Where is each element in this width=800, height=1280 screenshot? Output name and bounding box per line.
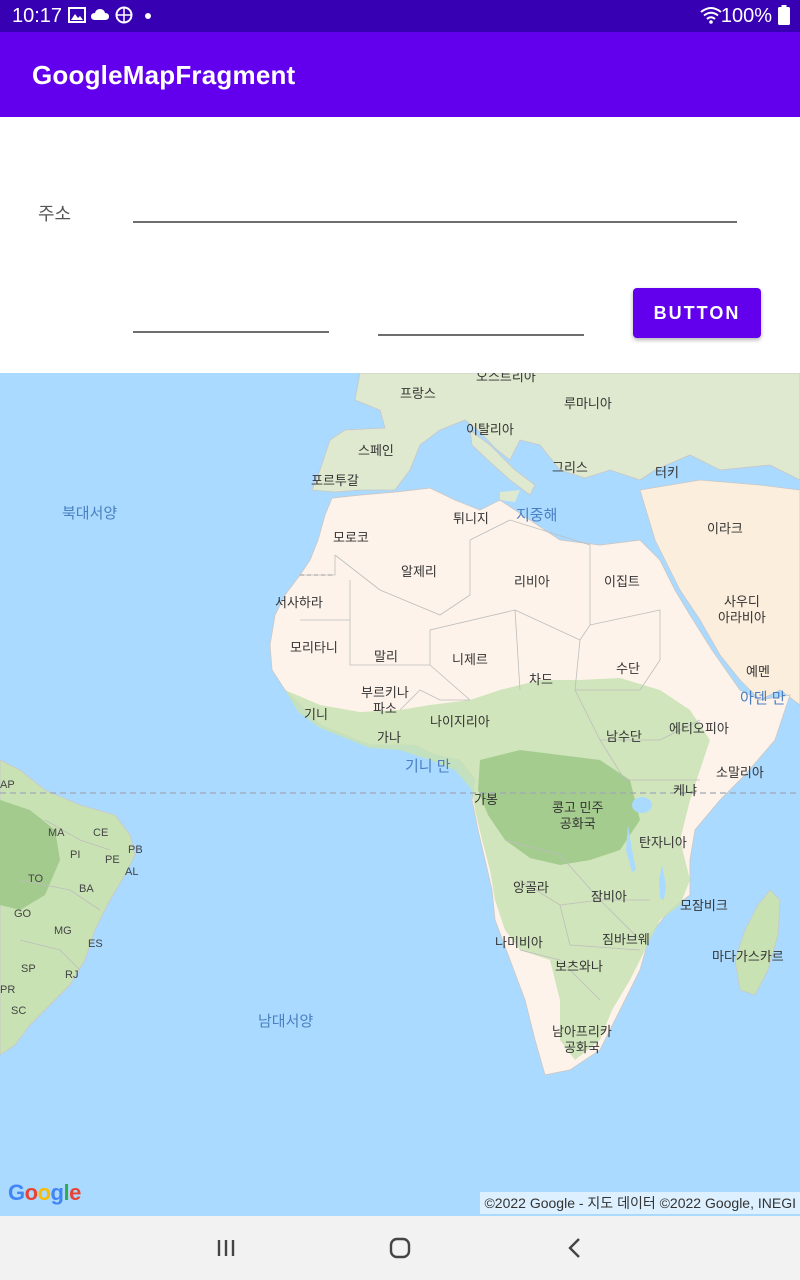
africa-vegetation [285,678,710,1060]
label-austria: 오스트리아 [476,373,536,384]
label-state-to: TO [28,873,44,885]
recents-button[interactable] [206,1232,246,1264]
status-bar: 10:17 100% [0,0,800,32]
label-greece: 그리스 [552,460,588,475]
sicily-land [500,490,520,502]
dot-icon [145,13,151,19]
label-dr-congo: 콩고 민주 공화국 [552,800,604,831]
label-tunisia: 튀니지 [453,511,489,526]
label-yemen: 예멘 [746,664,770,679]
label-libya: 리비아 [514,574,550,589]
google-logo: Google [8,1180,81,1205]
label-botswana: 보츠와나 [555,959,603,974]
label-state-pb: PB [128,844,143,856]
label-somalia: 소말리아 [716,765,764,780]
label-zambia: 잠비아 [591,889,627,904]
label-state-al: AL [125,866,139,878]
label-spain: 스페인 [358,443,394,458]
address-input[interactable] [133,197,737,223]
label-state-pi: PI [70,849,81,861]
label-south-atlantic: 남대서양 [258,1013,314,1030]
label-niger: 니제르 [452,652,488,667]
label-iraq: 이라크 [707,521,743,536]
google-map[interactable]: 프랑스 오스트리아 루마니아 스페인 이탈리아 포르투갈 그리스 터키 튀니지 … [0,373,800,1216]
label-saudi-arabia: 사우디 아라비아 [718,594,766,625]
label-mauritania: 모리타니 [290,640,338,655]
navigation-bar [0,1216,800,1280]
latitude-input[interactable] [133,307,329,333]
label-madagascar: 마다가스카르 [712,949,784,964]
wifi-icon [700,7,722,24]
label-gabon: 가봉 [474,792,498,807]
label-kenya: 케냐 [673,783,697,798]
back-button[interactable] [555,1232,595,1264]
label-state-ba: BA [79,883,94,895]
search-button[interactable]: BUTTON [633,288,761,338]
battery-percent: 100% [720,5,772,27]
label-italy: 이탈리아 [466,422,514,437]
label-state-ma: MA [48,827,65,839]
label-state-es: ES [88,938,103,950]
label-state-ap: AP [0,779,15,791]
address-label: 주소 [38,204,72,224]
status-time: 10:17 [12,5,63,27]
label-state-mg: MG [54,925,72,937]
label-south-africa: 남아프리카 공화국 [552,1024,612,1055]
label-gulf-of-aden: 아덴 만 [740,690,786,707]
lake-victoria [632,797,652,813]
label-state-sp: SP [21,963,36,975]
label-state-go: GO [14,908,32,920]
label-mozambique: 모잠비크 [680,898,728,913]
label-burkina-faso: 부르키나 파소 [361,685,409,716]
label-egypt: 이집트 [604,574,640,589]
cloud-icon [91,9,109,20]
label-state-rj: RJ [65,969,79,981]
label-western-sahara: 서사하라 [275,595,323,610]
app-title: GoogleMapFragment [32,60,296,90]
label-morocco: 모로코 [333,530,369,545]
label-zimbabwe: 짐바브웨 [602,932,650,947]
label-portugal: 포르투갈 [311,473,359,488]
image-icon [68,7,86,23]
label-south-sudan: 남수단 [606,729,642,744]
home-icon [389,1237,411,1259]
label-state-pr: PR [0,984,16,996]
label-mediterranean: 지중해 [516,507,558,524]
label-turkey: 터키 [655,465,679,480]
label-north-atlantic: 북대서양 [62,505,118,522]
label-romania: 루마니아 [564,396,612,411]
label-namibia: 나미비아 [495,935,543,950]
label-angola: 앙골라 [513,880,549,895]
label-state-sc: SC [11,1005,27,1017]
label-guinea: 기니 [304,707,328,722]
battery-icon [778,5,790,25]
label-state-ce: CE [93,827,109,839]
back-icon [568,1238,580,1258]
label-nigeria: 나이지리아 [430,714,490,729]
label-gulf-of-guinea: 기니 만 [405,758,451,775]
recents-icon [217,1240,235,1256]
basketball-icon [115,6,133,24]
label-sudan: 수단 [616,661,640,676]
madagascar-land [734,889,781,996]
map-copyright[interactable]: ©2022 Google - 지도 데이터 ©2022 Google, INEG… [480,1192,800,1214]
label-algeria: 알제리 [401,564,437,579]
label-mali: 말리 [374,649,398,664]
address-form: 주소 BUTTON [0,117,800,373]
label-france: 프랑스 [400,386,436,401]
label-ghana: 가나 [377,730,401,745]
label-tanzania: 탄자니아 [639,835,687,850]
home-button[interactable] [380,1232,420,1264]
label-state-pe: PE [105,854,120,866]
longitude-input[interactable] [378,310,584,336]
label-chad: 차드 [529,672,553,687]
app-bar: GoogleMapFragment [0,32,800,117]
label-ethiopia: 에티오피아 [669,721,729,736]
